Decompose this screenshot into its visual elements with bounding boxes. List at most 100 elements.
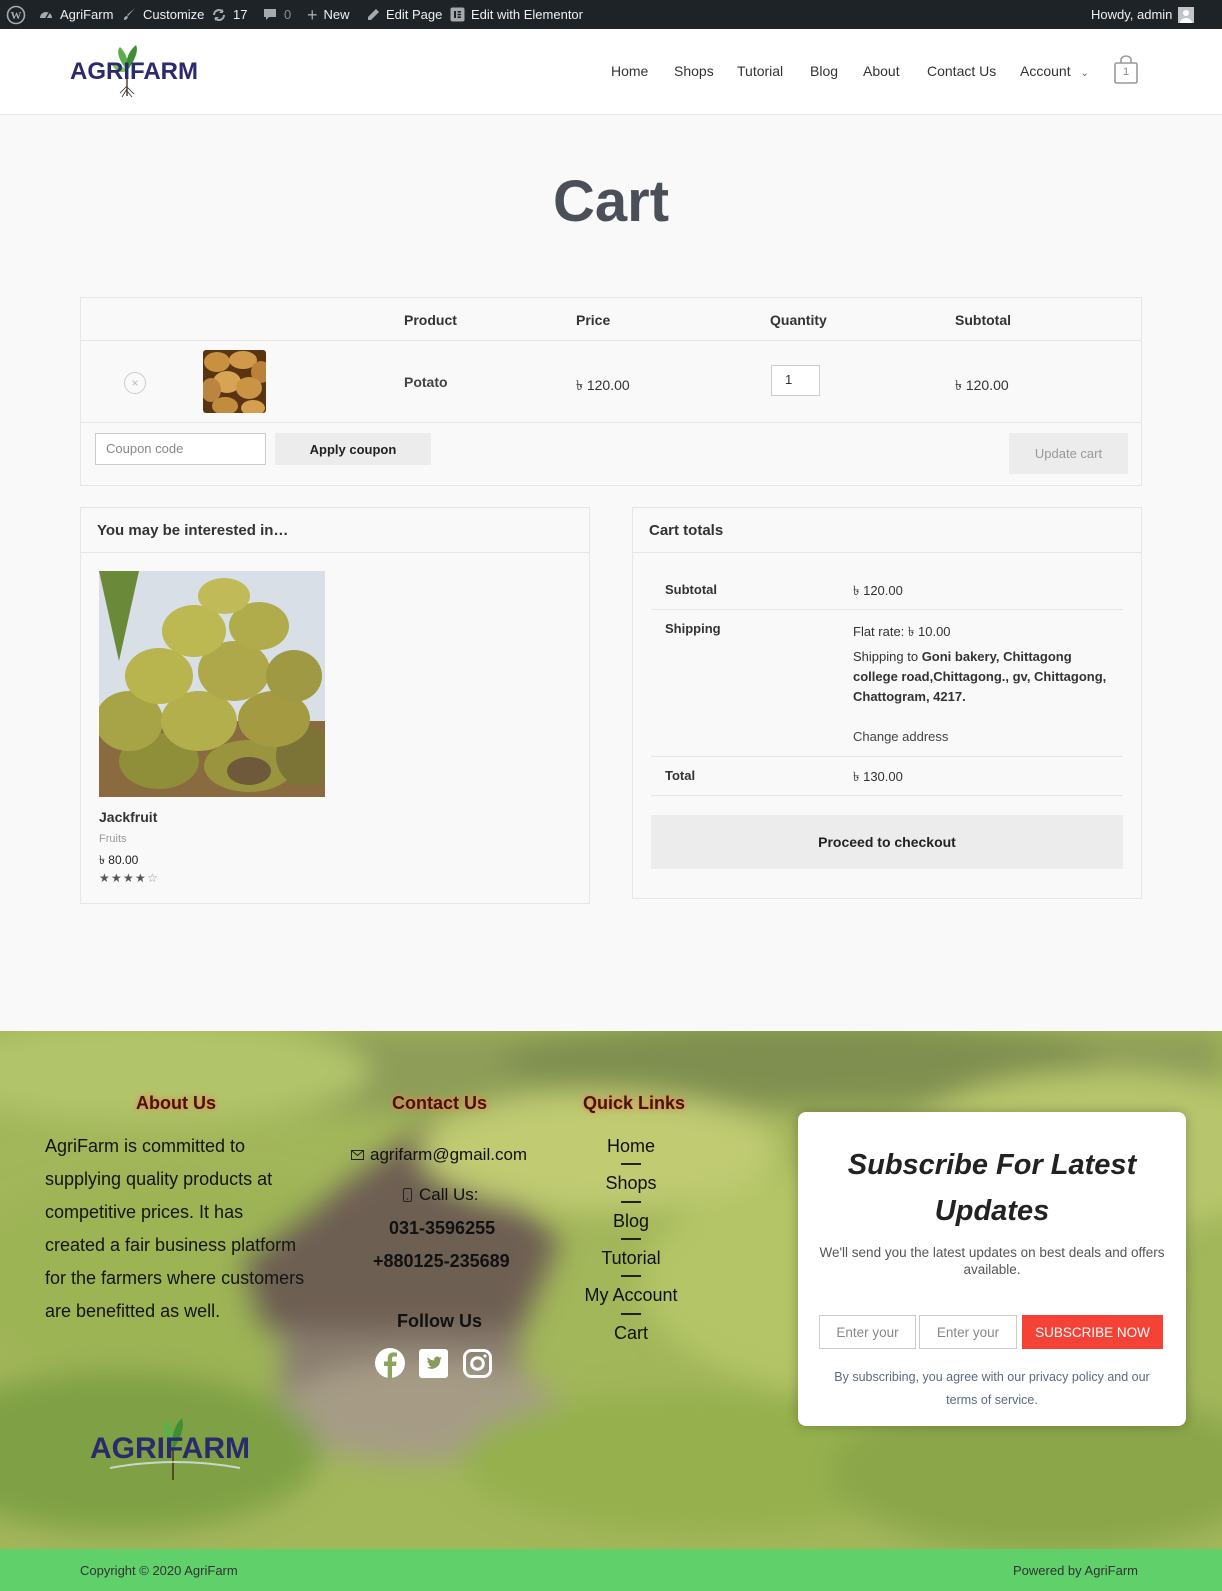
nav-tutorial[interactable]: Tutorial [737, 63, 783, 79]
footer-phone-1[interactable]: 031-3596255 [389, 1218, 495, 1239]
admin-account-menu[interactable]: Howdy, admin [1091, 0, 1195, 29]
flat-rate-line: Flat rate: ৳ 10.00 [853, 623, 951, 644]
nav-blog[interactable]: Blog [810, 63, 838, 79]
totals-total-value: ৳ 130.00 [853, 769, 903, 784]
cart-product-price: ৳ 120.00 [576, 377, 630, 393]
star-filled-icon: ★ [135, 871, 146, 885]
subscribe-terms: By subscribing, you agree with our priva… [834, 1370, 1150, 1407]
footer-call-label-row: Call Us: [403, 1185, 479, 1205]
totals-divider [651, 756, 1123, 757]
header-cart[interactable]: 1 [1113, 55, 1139, 85]
subscribe-email-placeholder: Enter your [936, 1324, 1000, 1340]
admin-new-link[interactable]: + New [307, 0, 350, 29]
footer-about-text: AgriFarm is committed to supplying quali… [45, 1136, 305, 1321]
col-header-subtotal: Subtotal [955, 312, 1011, 328]
subscribe-subtitle: We'll send you the latest updates on bes… [819, 1245, 1165, 1277]
pencil-icon [368, 8, 379, 20]
dashboard-icon [40, 11, 52, 18]
phone-icon [403, 1188, 412, 1202]
subscribe-now-button[interactable]: SUBSCRIBE NOW [1022, 1315, 1163, 1349]
subscribe-card: Subscribe For Latest Updates We'll send … [798, 1112, 1186, 1426]
quick-link-blog[interactable]: Blog [560, 1211, 702, 1232]
totals-total-label: Total [665, 768, 696, 783]
admin-customize-link[interactable]: Customize [122, 0, 204, 29]
wordpress-icon[interactable]: W [6, 0, 26, 29]
quantity-input[interactable]: 1 [771, 365, 820, 396]
twitter-icon[interactable] [419, 1349, 448, 1378]
star-filled-icon: ★ [99, 871, 110, 885]
quick-link-tutorial[interactable]: Tutorial [560, 1248, 702, 1269]
totals-subtotal-value: ৳ 120.00 [853, 583, 903, 598]
admin-howdy: Howdy, admin [1091, 7, 1173, 22]
quick-link-shops[interactable]: Shops [560, 1173, 702, 1194]
copyright-bar: Copyright © 2020 AgriFarm Powered by Agr… [0, 1549, 1222, 1591]
admin-edit-page-link[interactable]: Edit Page [366, 0, 442, 29]
table-divider [80, 340, 1142, 341]
quick-link-divider [621, 1201, 641, 1203]
admin-updates-link[interactable]: 17 [211, 0, 247, 29]
avatar [1178, 6, 1195, 23]
nav-account-label: Account [1020, 63, 1071, 79]
site-logo[interactable]: AGRIFARM [70, 41, 200, 99]
cart-product-subtotal: ৳ 120.00 [955, 377, 1009, 393]
nav-account[interactable]: Account ⌄ [1020, 63, 1089, 79]
totals-shipping-label: Shipping [665, 621, 721, 636]
nav-contact-us[interactable]: Contact Us [927, 63, 996, 79]
coupon-code-input[interactable]: Coupon code [95, 433, 266, 465]
subscribe-name-placeholder: Enter your [836, 1324, 899, 1340]
remove-item-button[interactable]: × [124, 372, 146, 394]
quantity-value: 1 [785, 372, 793, 387]
quick-link-divider [621, 1313, 641, 1315]
coupon-placeholder: Coupon code [106, 441, 184, 456]
col-header-price: Price [576, 312, 611, 328]
product-thumbnail-potato[interactable] [203, 350, 266, 413]
cross-sells-title: You may be interested in… [81, 508, 589, 553]
admin-new-label: New [323, 7, 350, 22]
shipping-destination: Shipping to Goni bakery, Chittagong coll… [853, 647, 1108, 707]
footer-phone-2[interactable]: +880125-235689 [373, 1251, 510, 1272]
quick-link-cart[interactable]: Cart [560, 1323, 702, 1344]
chevron-down-icon: ⌄ [1080, 68, 1089, 79]
jackfruit-price: ৳ 80.00 [99, 853, 139, 867]
admin-elementor-link[interactable]: Edit with Elementor [450, 0, 583, 29]
quick-link-home[interactable]: Home [560, 1136, 702, 1157]
svg-text:W: W [11, 10, 22, 22]
brush-icon [124, 8, 135, 20]
comment-icon [264, 9, 276, 20]
admin-elementor-label: Edit with Elementor [471, 7, 583, 22]
nav-about[interactable]: About [863, 63, 900, 79]
cart-product-name[interactable]: Potato [404, 374, 448, 390]
jackfruit-name[interactable]: Jackfruit [99, 809, 157, 825]
admin-site-link[interactable]: AgriFarm [38, 0, 113, 29]
footer-logo[interactable]: AGRIFARM [90, 1408, 260, 1486]
nav-home[interactable]: Home [611, 63, 648, 79]
jackfruit-category[interactable]: Fruits [99, 833, 127, 845]
change-address-link[interactable]: Change address [853, 729, 948, 744]
subscribe-name-input[interactable]: Enter your [819, 1315, 916, 1349]
close-icon: × [131, 376, 139, 390]
page-title: Cart [552, 169, 670, 234]
facebook-icon[interactable] [374, 1347, 406, 1379]
totals-divider [651, 795, 1123, 796]
subscribe-email-input[interactable]: Enter your [919, 1315, 1017, 1349]
powered-by-text: Powered by AgriFarm [1013, 1563, 1138, 1578]
admin-bar: W AgriFarm Customize 17 0 + New Edit Pag… [0, 0, 1222, 29]
product-image-jackfruit[interactable] [99, 571, 325, 797]
star-filled-icon: ★ [111, 871, 122, 885]
totals-subtotal-label: Subtotal [665, 582, 717, 597]
logo-text: AGRIFARM [70, 58, 198, 85]
admin-updates-count: 17 [233, 7, 248, 22]
nav-shops[interactable]: Shops [674, 63, 714, 79]
envelope-icon [351, 1150, 364, 1160]
admin-comments-link[interactable]: 0 [262, 0, 291, 29]
subscribe-title: Subscribe For Latest Updates [847, 1149, 1137, 1227]
instagram-icon[interactable] [463, 1349, 492, 1378]
footer-about-title: About Us [136, 1093, 216, 1113]
proceed-to-checkout-button[interactable]: Proceed to checkout [651, 815, 1123, 869]
col-header-product: Product [404, 312, 457, 328]
apply-coupon-button[interactable]: Apply coupon [275, 433, 431, 465]
admin-edit-page-label: Edit Page [386, 7, 443, 22]
quick-link-my-account[interactable]: My Account [560, 1285, 702, 1306]
update-cart-button[interactable]: Update cart [1009, 433, 1128, 474]
footer-email[interactable]: agrifarm@gmail.com [351, 1145, 527, 1165]
